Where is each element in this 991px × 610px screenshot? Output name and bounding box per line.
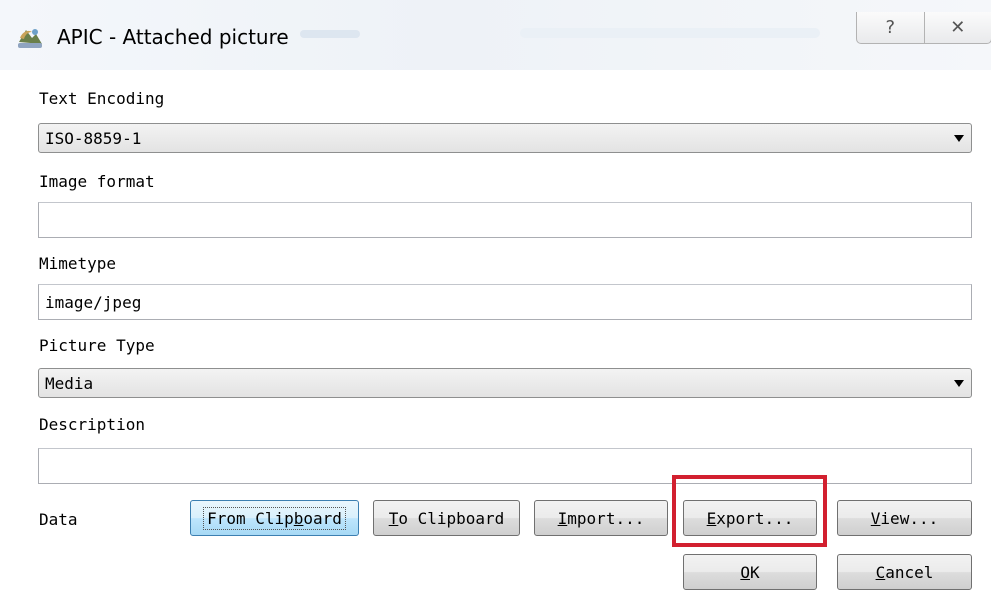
text-encoding-select[interactable]: ISO-8859-1: [38, 123, 972, 153]
window-title: APIC - Attached picture: [57, 25, 289, 49]
image-format-label: Image format: [39, 172, 155, 191]
mimetype-label: Mimetype: [39, 254, 117, 273]
title-bar: APIC - Attached picture ? ✕: [0, 0, 991, 70]
to-clipboard-button[interactable]: To Clipboard: [373, 500, 520, 536]
to-clipboard-label: To Clipboard: [388, 508, 505, 528]
ok-button[interactable]: OK: [683, 554, 817, 590]
description-field[interactable]: [38, 448, 972, 484]
view-label: View...: [870, 508, 939, 528]
highlight-box: [672, 475, 827, 547]
chevron-down-icon: [954, 135, 964, 142]
ok-label: OK: [740, 562, 760, 582]
mimetype-field[interactable]: image/jpeg: [38, 284, 972, 320]
image-format-field[interactable]: [38, 202, 972, 238]
picture-type-value: Media: [45, 373, 94, 393]
import-button[interactable]: Import...: [534, 500, 668, 536]
text-encoding-label: Text Encoding: [39, 89, 165, 108]
cancel-button[interactable]: Cancel: [837, 554, 972, 590]
picture-type-label: Picture Type: [39, 336, 155, 355]
cancel-label: Cancel: [875, 562, 934, 582]
import-label: Import...: [557, 508, 645, 528]
background-blur: [300, 30, 360, 38]
caption-buttons: ? ✕: [856, 12, 991, 44]
from-clipboard-button[interactable]: From Clipboard: [190, 500, 359, 536]
background-blur: [520, 28, 820, 38]
chevron-down-icon: [954, 380, 964, 387]
text-encoding-value: ISO-8859-1: [45, 128, 142, 148]
picture-type-select[interactable]: Media: [38, 368, 972, 398]
picture-app-icon: [18, 29, 42, 48]
help-icon[interactable]: ?: [857, 12, 924, 43]
data-label: Data: [39, 510, 78, 529]
from-clipboard-label: From Clipboard: [203, 506, 346, 530]
view-button[interactable]: View...: [837, 500, 972, 536]
close-icon[interactable]: ✕: [923, 12, 991, 43]
description-label: Description: [39, 415, 145, 434]
